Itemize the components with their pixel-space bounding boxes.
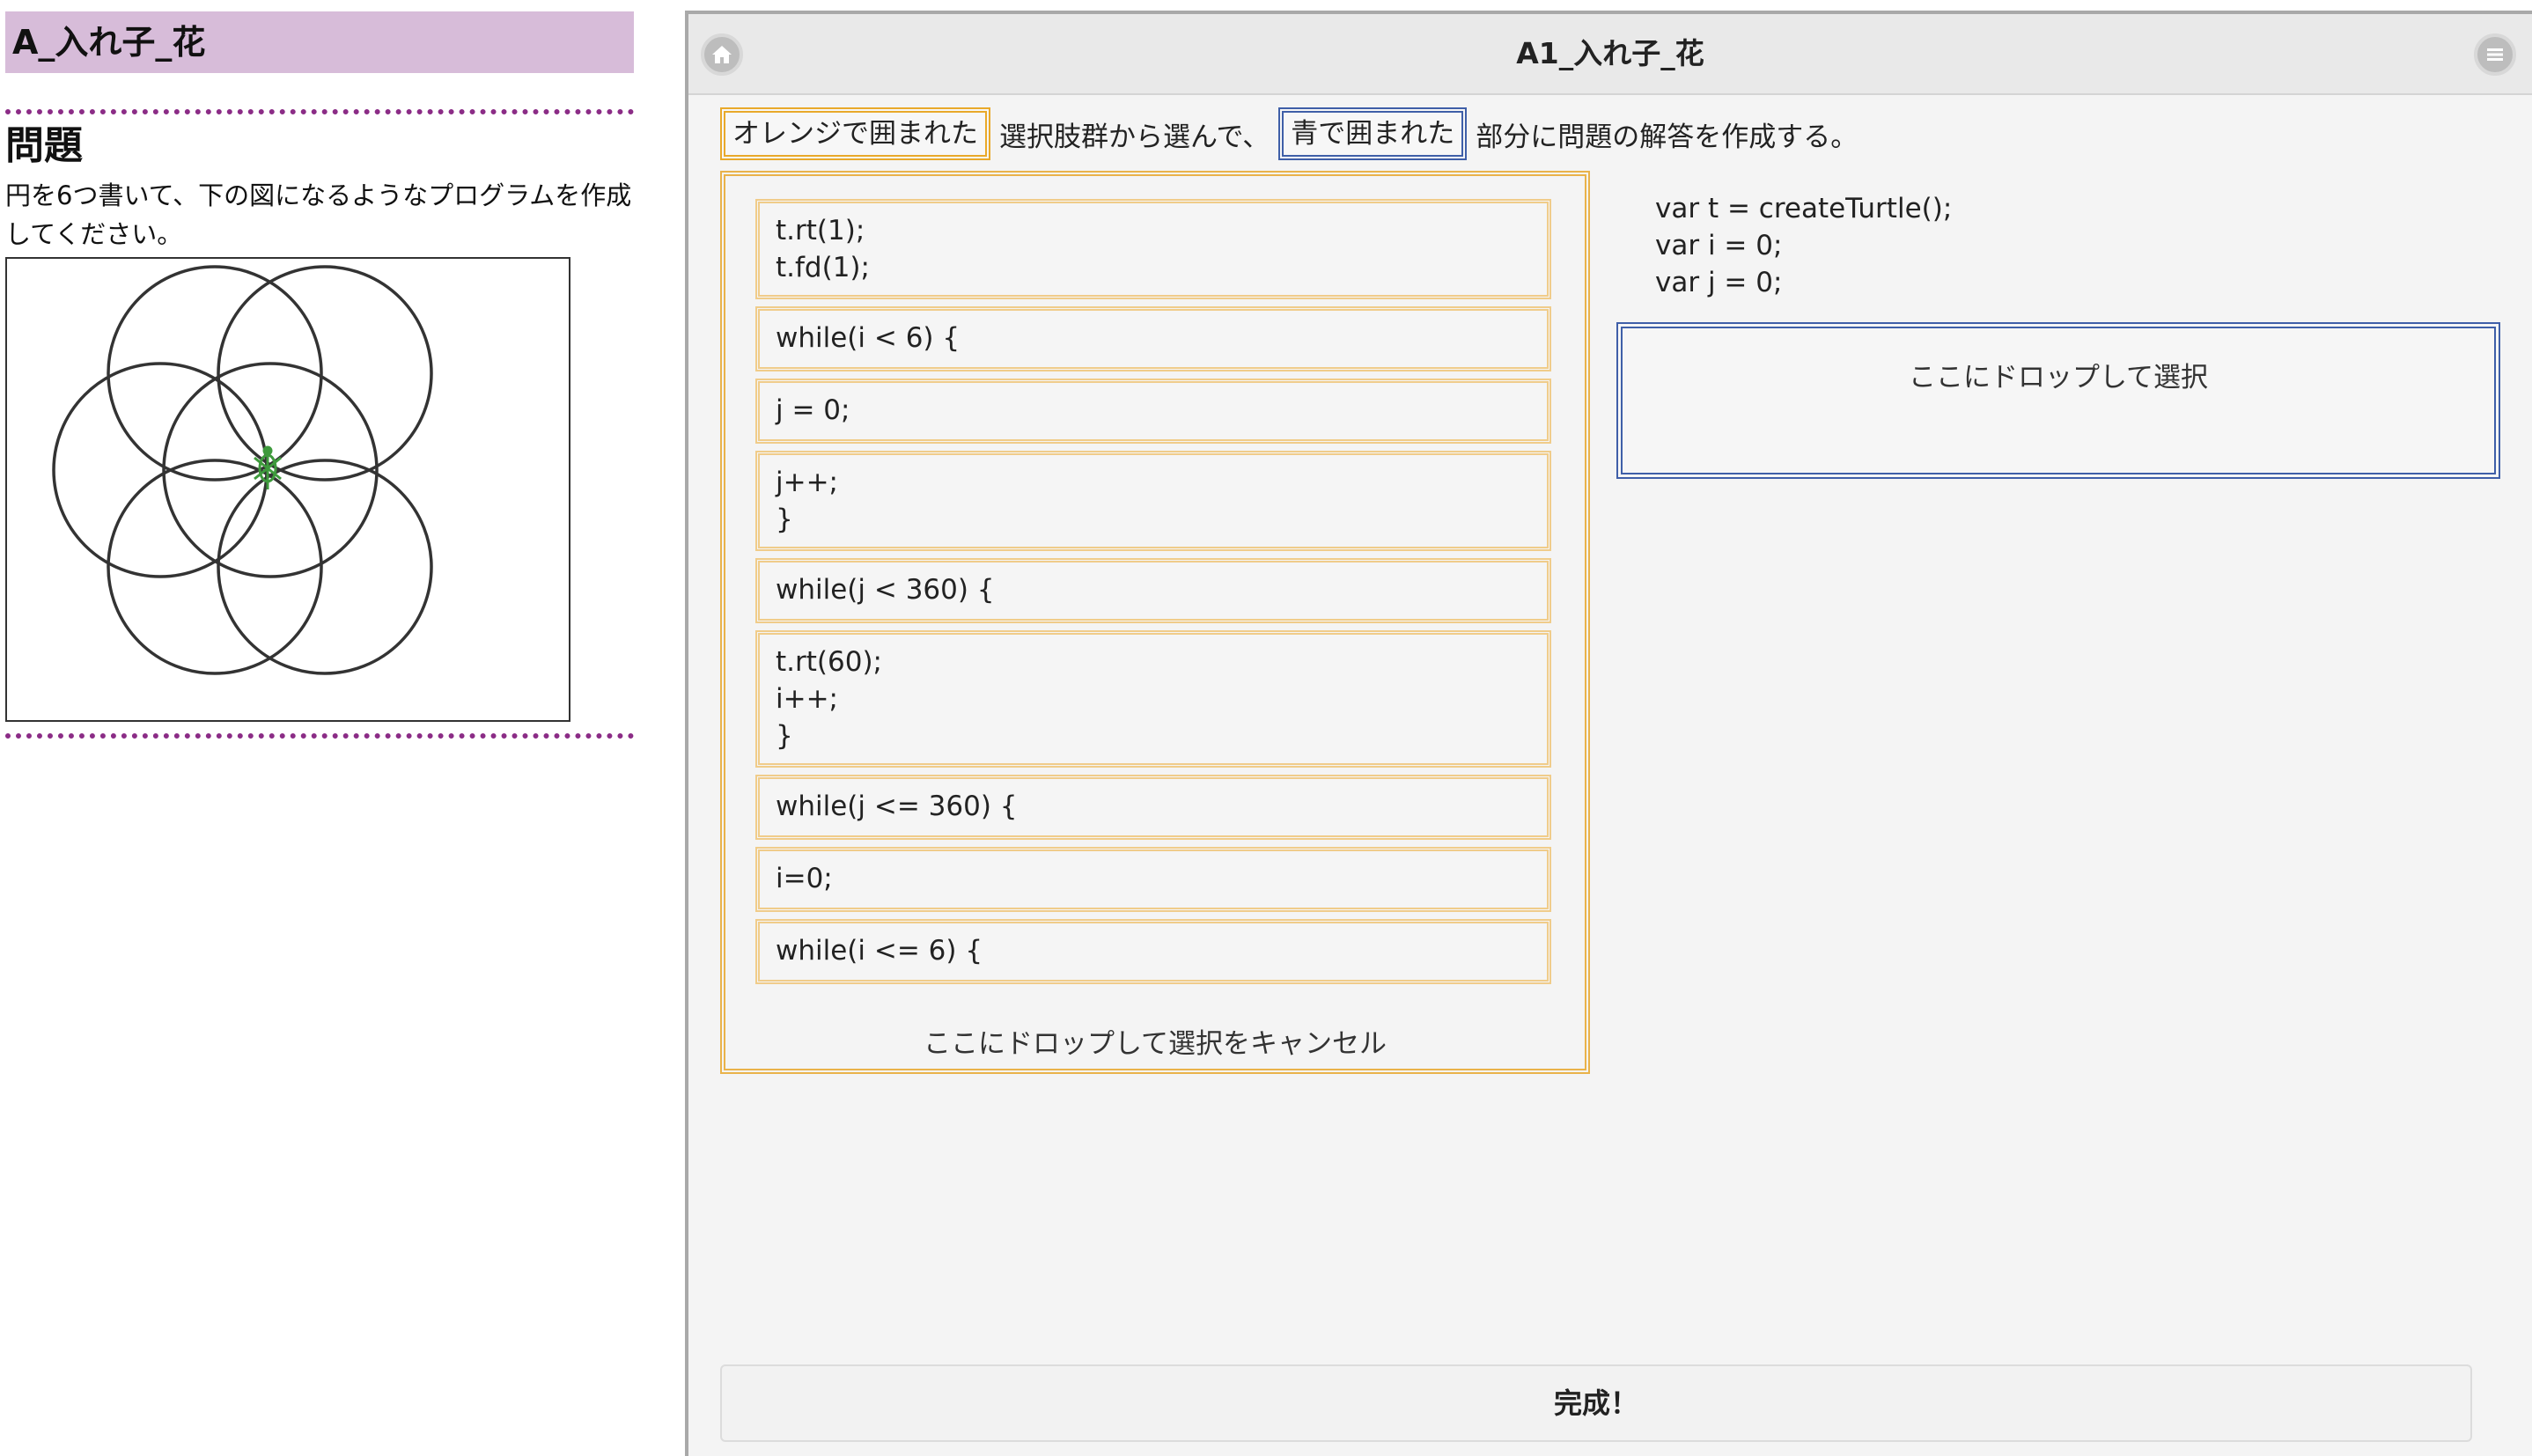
main-pane: A1_入れ子_花 オレンジで囲まれた 選択肢群から選んで、 青で囲まれた 部分に… — [685, 11, 2532, 1456]
cancel-drop-label: ここにドロップして選択をキャンセル — [923, 1028, 1387, 1060]
instruction: オレンジで囲まれた 選択肢群から選んで、 青で囲まれた 部分に問題の解答を作成す… — [720, 106, 1866, 162]
instruction-end: 部分に問題の解答を作成する。 — [1476, 121, 1859, 153]
choice-block[interactable]: while(j < 360) { — [755, 558, 1551, 623]
circle-3 — [217, 265, 433, 482]
choice-block[interactable]: j = 0; — [755, 379, 1551, 444]
blue-tag: 青で囲まれた — [1278, 107, 1468, 160]
choice-block[interactable]: i=0; — [755, 847, 1551, 912]
circle-4 — [52, 362, 269, 578]
orange-tag: オレンジで囲まれた — [720, 107, 990, 160]
header-bar: A1_入れ子_花 — [688, 14, 2532, 95]
problem-pane: A_入れ子_花 問題 円を6つ書いて、下の図になるようなプログラムを作成してくだ… — [0, 0, 685, 1456]
choice-block[interactable]: j++; } — [755, 451, 1551, 551]
complete-button[interactable]: 完成！ — [720, 1364, 2472, 1442]
home-icon — [712, 46, 732, 63]
divider — [5, 109, 634, 114]
choice-block[interactable]: t.rt(1); t.fd(1); — [755, 199, 1551, 299]
page-title: A1_入れ子_花 — [1516, 36, 1704, 70]
flower-drawing — [52, 265, 433, 675]
problem-text: 円を6つ書いて、下の図になるようなプログラムを作成してください。 — [5, 180, 632, 249]
answer-drop-label: ここにドロップして選択 — [1908, 362, 2209, 393]
circle-2 — [107, 265, 323, 482]
divider — [5, 733, 634, 739]
circle-6 — [217, 459, 433, 675]
instruction-middle: 選択肢群から選んで、 — [999, 121, 1270, 153]
preset-code: var t = createTurtle(); var i = 0; var j… — [1655, 193, 1953, 298]
menu-button[interactable] — [2474, 33, 2516, 76]
answer-drop-area[interactable]: ここにドロップして選択 — [1616, 322, 2500, 479]
problem-heading: 問題 — [5, 123, 83, 168]
choice-block[interactable]: while(j <= 360) { — [755, 775, 1551, 840]
choice-block[interactable]: while(i < 6) { — [755, 306, 1551, 371]
flower-figure — [5, 257, 570, 722]
problem-title: A_入れ子_花 — [5, 11, 634, 73]
choices-panel[interactable]: t.rt(1); t.fd(1); while(i < 6) { j = 0; … — [720, 171, 1590, 1074]
home-button[interactable] — [701, 33, 743, 76]
circle-5 — [107, 459, 323, 675]
menu-icon — [2487, 48, 2503, 61]
choice-block[interactable]: t.rt(60); i++; } — [755, 630, 1551, 768]
choice-block[interactable]: while(i <= 6) { — [755, 919, 1551, 984]
